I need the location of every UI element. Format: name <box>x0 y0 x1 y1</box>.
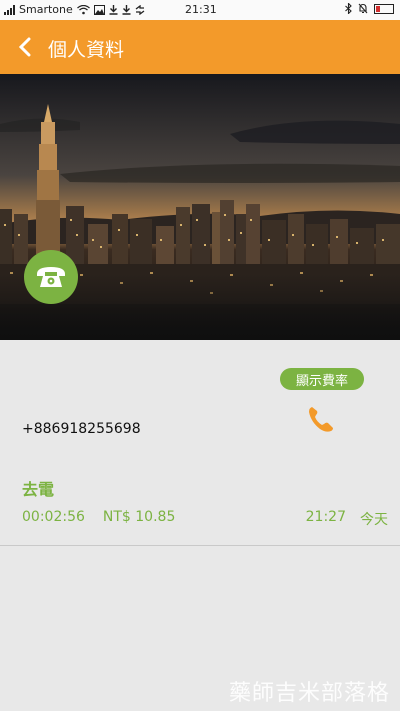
wifi-icon <box>76 4 90 14</box>
battery-icon <box>374 3 394 14</box>
carrier-name: Smartone <box>19 3 73 16</box>
download-icon <box>109 4 118 15</box>
cover-photo <box>0 74 400 340</box>
download-icon-2 <box>122 4 131 15</box>
status-time: 21:31 <box>185 3 217 16</box>
telephone-icon <box>37 267 65 287</box>
bluetooth-icon <box>345 3 352 14</box>
contact-phone-badge[interactable] <box>24 250 78 304</box>
sync-icon <box>135 4 145 15</box>
chevron-left-icon <box>18 37 31 57</box>
show-rate-button[interactable]: 顯示費率 <box>280 368 364 390</box>
status-bar: Smartone 21:31 <box>0 0 400 20</box>
signal-icon <box>4 4 15 15</box>
call-day: 今天 <box>360 512 388 528</box>
page-title: 個人資料 <box>48 39 125 61</box>
call-time: 21:27 <box>305 509 346 525</box>
silent-bell-icon <box>358 3 368 14</box>
phone-number: +886918255698 <box>22 421 141 437</box>
call-duration: 00:02:56 <box>22 509 85 525</box>
app-bar: 個人資料 <box>0 20 400 74</box>
phone-handset-icon <box>309 407 333 432</box>
call-summary: 00:02:56 NT$ 10.85 <box>22 509 175 525</box>
divider <box>0 545 400 546</box>
photo-notification-icon <box>93 4 105 15</box>
call-button[interactable] <box>306 404 336 434</box>
call-timestamp: 21:27 今天 <box>306 509 388 529</box>
watermark: 藥師吉米部落格 <box>228 681 390 706</box>
call-cost: NT$ 10.85 <box>102 509 176 525</box>
contact-details: 顯示費率 +886918255698 去電 00:02:56 NT$ 10.85… <box>0 340 400 711</box>
call-type-label: 去電 <box>22 480 55 499</box>
back-button[interactable] <box>10 32 40 62</box>
